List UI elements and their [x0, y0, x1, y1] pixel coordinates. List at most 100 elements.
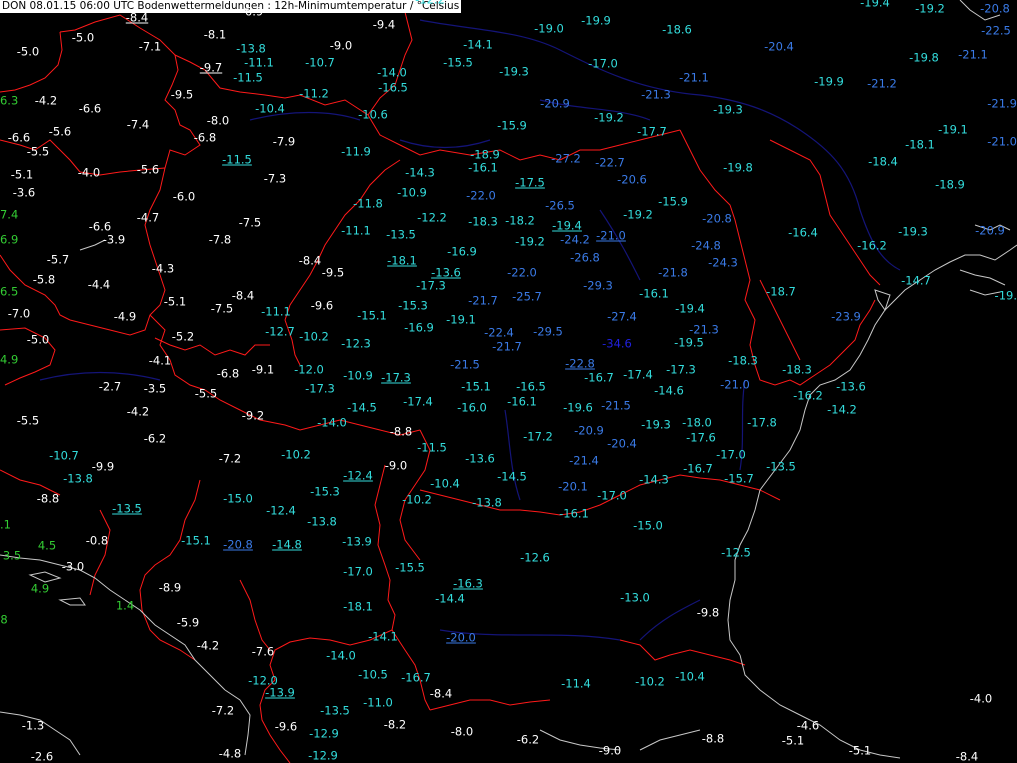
station-temperature: -10.2 [635, 674, 665, 689]
station-temperature: -17.3 [381, 370, 411, 385]
station-temperature: -19.1 [446, 312, 476, 327]
station-temperature: -12.9 [308, 748, 338, 763]
station-temperature: -20.4 [764, 39, 794, 54]
station-temperature: -22.0 [466, 188, 496, 203]
station-temperature: -7.2 [218, 451, 242, 466]
station-temperature: -11.2 [299, 86, 329, 101]
station-temperature: -8.8 [701, 731, 725, 746]
station-temperature: .1 [0, 517, 11, 532]
station-temperature: -9.7 [199, 60, 223, 75]
station-temperature: -17.8 [747, 415, 777, 430]
station-temperature: -8.1 [203, 27, 227, 42]
station-temperature: -18.9 [935, 177, 965, 192]
station-temperature: -19.2 [515, 234, 545, 249]
station-temperature: -21.5 [601, 398, 631, 413]
station-temperature: -5.9 [176, 615, 200, 630]
station-temperature: -11.5 [233, 70, 263, 85]
station-temperature: -15.1 [461, 379, 491, 394]
station-temperature: -19.8 [723, 160, 753, 175]
station-temperature: -4.2 [126, 404, 150, 419]
station-temperature: -17.0 [343, 564, 373, 579]
station-temperature: -20.8 [980, 1, 1010, 16]
station-temperature: -8.4 [125, 10, 149, 25]
station-temperature: -20.8 [223, 537, 253, 552]
station-temperature: -19.4 [675, 301, 705, 316]
station-temperature: -13.8 [307, 514, 337, 529]
station-temperature: -19.1 [938, 122, 968, 137]
station-temperature: -18.1 [905, 137, 935, 152]
station-temperature: -10.4 [675, 669, 705, 684]
station-temperature: -8.0 [206, 113, 230, 128]
station-temperature: -22.5 [981, 23, 1011, 38]
station-temperature: -21.3 [641, 87, 671, 102]
station-temperature: -5.1 [848, 743, 872, 758]
station-temperature: -17.6 [686, 430, 716, 445]
station-temperature: -4.2 [196, 638, 220, 653]
station-temperature: -12.4 [266, 503, 296, 518]
station-temperature: -16.9 [447, 244, 477, 259]
station-temperature: -17.0 [597, 488, 627, 503]
station-temperature: 4.5 [37, 538, 57, 553]
station-temperature: -14.0 [377, 65, 407, 80]
station-temperature: -20.0 [446, 630, 476, 645]
station-temperature: -20.9 [540, 96, 570, 111]
station-temperature: -27.2 [551, 151, 581, 166]
station-temperature: 6.3 [0, 93, 19, 108]
station-temperature: -9.0 [384, 458, 408, 473]
station-temperature: -10.6 [358, 107, 388, 122]
station-temperature: -19.3 [898, 224, 928, 239]
station-temperature: -5.0 [26, 332, 50, 347]
station-temperature: -11.1 [261, 304, 291, 319]
station-temperature: -15.3 [398, 298, 428, 313]
station-temperature: 7.4 [0, 207, 19, 222]
station-temperature: -25.7 [512, 289, 542, 304]
station-temperature: -12.2 [417, 210, 447, 225]
station-temperature: -16.1 [559, 506, 589, 521]
station-temperature: -5.2 [171, 329, 195, 344]
station-temperature: 1.4 [115, 598, 135, 613]
station-temperature: -34.6 [602, 336, 632, 351]
station-temperature: -15.3 [310, 484, 340, 499]
station-temperature: -13.6 [836, 379, 866, 394]
station-temperature: -13.0 [620, 590, 650, 605]
station-temperature: -11.0 [363, 695, 393, 710]
station-temperature: 4.9 [30, 581, 50, 596]
station-temperature: -19.2 [915, 1, 945, 16]
station-temperature: -7.3 [263, 171, 287, 186]
station-temperature: -8.2 [383, 717, 407, 732]
station-temperature: -17.4 [403, 394, 433, 409]
station-temperature: -22.4 [484, 325, 514, 340]
station-temperature: -8.9 [158, 580, 182, 595]
station-temperature: -12.2 [415, 0, 445, 7]
station-temperature: -19.4 [552, 218, 582, 233]
station-temperature: -12.5 [721, 545, 751, 560]
station-temperature: -5.6 [48, 124, 72, 139]
station-temperature: -21.5 [450, 357, 480, 372]
station-temperature: -21.0 [720, 377, 750, 392]
station-temperature: -4.6 [796, 718, 820, 733]
station-temperature: -7.9 [272, 134, 296, 149]
station-temperature: -20.6 [617, 172, 647, 187]
station-temperature: -5.0 [71, 30, 95, 45]
station-temperature: -11.8 [353, 196, 383, 211]
station-temperature: -16.1 [639, 286, 669, 301]
station-temperature: -15.7 [724, 471, 754, 486]
station-temperature: -7.0 [7, 306, 31, 321]
station-temperature: -0.8 [85, 533, 109, 548]
station-temperature: -5.6 [136, 162, 160, 177]
station-temperature: -16.7 [584, 370, 614, 385]
station-temperature: -21.1 [679, 70, 709, 85]
station-temperature: -20.9 [975, 223, 1005, 238]
station-temperature: 4.9 [0, 352, 19, 367]
station-temperature: -8.4 [298, 253, 322, 268]
station-temperature: -18.3 [782, 362, 812, 377]
station-temperature: -14.7 [901, 273, 931, 288]
station-temperature: -8.8 [389, 424, 413, 439]
station-temperature: -10.9 [343, 368, 373, 383]
station-temperature: -14.8 [272, 537, 302, 552]
station-temperature: -17.2 [523, 429, 553, 444]
station-temperature: -7.5 [238, 215, 262, 230]
station-temperature: -21.0 [596, 228, 626, 243]
station-temperature: -21.9 [987, 96, 1017, 111]
station-temperature: -14.1 [368, 629, 398, 644]
